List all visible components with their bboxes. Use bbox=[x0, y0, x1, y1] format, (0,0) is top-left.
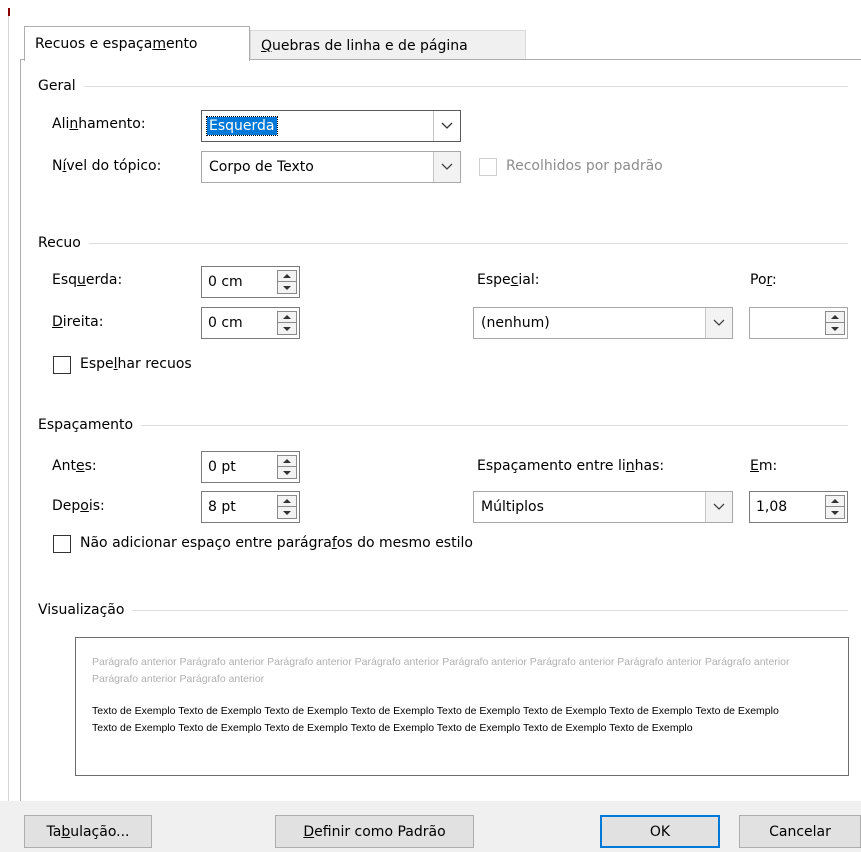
indent-left-spinner[interactable]: 0 cm bbox=[201, 266, 300, 298]
spin-up-icon[interactable] bbox=[826, 312, 844, 323]
special-indent-select[interactable]: (nenhum) bbox=[473, 307, 733, 339]
group-spacing-divider bbox=[141, 424, 848, 426]
chevron-down-icon[interactable] bbox=[705, 492, 732, 522]
outline-level-label: Nível do tópico: bbox=[52, 158, 162, 174]
spin-down-icon[interactable] bbox=[278, 467, 296, 478]
group-preview-divider bbox=[132, 609, 848, 611]
spacing-after-spinner[interactable]: 8 pt bbox=[201, 491, 300, 523]
spacing-after-label: Depois: bbox=[52, 498, 105, 514]
tab-indents-spacing-label: Recuos e espaçamento bbox=[35, 36, 198, 52]
spin-buttons[interactable] bbox=[277, 455, 297, 479]
spacing-before-spinner[interactable]: 0 pt bbox=[201, 451, 300, 483]
outline-level-value: Corpo de Texto bbox=[209, 159, 314, 175]
spin-buttons[interactable] bbox=[277, 311, 297, 335]
alignment-label: Alinhamento: bbox=[52, 116, 146, 132]
group-indent-title: Recuo bbox=[38, 235, 81, 251]
spin-buttons[interactable] bbox=[825, 495, 845, 519]
chevron-down-icon[interactable] bbox=[433, 152, 460, 182]
spin-down-icon[interactable] bbox=[278, 507, 296, 518]
indent-right-spinner[interactable]: 0 cm bbox=[201, 307, 300, 339]
preview-previous-paragraph: Parágrafo anterior Parágrafo anterior Pa… bbox=[92, 656, 790, 685]
preview-sample-paragraph: Texto de Exemplo Texto de Exemplo Texto … bbox=[92, 705, 779, 734]
spacing-after-value: 8 pt bbox=[208, 499, 236, 515]
chevron-down-icon[interactable] bbox=[705, 308, 732, 338]
spin-up-icon[interactable] bbox=[826, 496, 844, 507]
indent-right-label: Direita: bbox=[52, 314, 104, 330]
spacing-before-label: Antes: bbox=[52, 458, 97, 474]
group-indent-divider bbox=[88, 242, 848, 244]
spin-down-icon[interactable] bbox=[278, 323, 296, 334]
spin-down-icon[interactable] bbox=[826, 507, 844, 518]
group-general: Geral bbox=[38, 76, 848, 96]
no-space-same-style-checkbox[interactable] bbox=[53, 535, 71, 553]
spin-up-icon[interactable] bbox=[278, 271, 296, 282]
mirror-indents-label: Espelhar recuos bbox=[80, 356, 192, 372]
spin-buttons[interactable] bbox=[277, 270, 297, 294]
outline-level-select[interactable]: Corpo de Texto bbox=[201, 151, 461, 183]
collapsed-by-default-label: Recolhidos por padrão bbox=[506, 158, 663, 174]
spin-down-icon[interactable] bbox=[278, 282, 296, 293]
spin-down-icon[interactable] bbox=[826, 323, 844, 334]
group-general-divider bbox=[83, 85, 848, 87]
line-spacing-at-label: Em: bbox=[750, 458, 778, 474]
spin-up-icon[interactable] bbox=[278, 312, 296, 323]
group-preview: Visualização bbox=[38, 600, 848, 620]
tabs-button[interactable]: Tabulação... bbox=[24, 815, 152, 848]
paragraph-preview: Parágrafo anterior Parágrafo anterior Pa… bbox=[75, 637, 849, 776]
tab-indents-spacing[interactable]: Recuos e espaçamento bbox=[24, 26, 250, 61]
alignment-select[interactable]: Esquerda bbox=[201, 110, 461, 142]
spin-up-icon[interactable] bbox=[278, 456, 296, 467]
window-edge-marker bbox=[8, 8, 10, 16]
indent-by-label: Por: bbox=[750, 272, 777, 288]
tab-line-page-breaks[interactable]: Quebras de linha e de página bbox=[250, 30, 526, 60]
line-spacing-at-spinner[interactable]: 1,08 bbox=[749, 491, 848, 523]
group-spacing: Espaçamento bbox=[38, 415, 848, 435]
ok-button[interactable]: OK bbox=[600, 815, 720, 848]
ok-button-label: OK bbox=[649, 823, 671, 840]
indent-right-value: 0 cm bbox=[208, 315, 243, 331]
line-spacing-label: Espaçamento entre linhas: bbox=[477, 458, 665, 474]
alignment-value: Esquerda bbox=[206, 116, 278, 136]
group-general-title: Geral bbox=[38, 78, 76, 94]
chevron-down-icon[interactable] bbox=[433, 111, 460, 141]
collapsed-by-default-checkbox[interactable] bbox=[479, 158, 497, 176]
indent-left-value: 0 cm bbox=[208, 274, 243, 290]
group-spacing-title: Espaçamento bbox=[38, 417, 134, 433]
line-spacing-at-value: 1,08 bbox=[756, 499, 788, 515]
window-edge bbox=[8, 16, 9, 852]
spin-buttons[interactable] bbox=[277, 495, 297, 519]
set-as-default-button[interactable]: Definir como Padrão bbox=[275, 815, 474, 848]
tab-line-page-breaks-label: Quebras de linha e de página bbox=[261, 37, 468, 54]
group-indent: Recuo bbox=[38, 233, 848, 253]
indent-by-spinner[interactable] bbox=[749, 307, 848, 339]
tabs-button-label: Tabulação... bbox=[46, 823, 130, 840]
cancel-button[interactable]: Cancelar bbox=[739, 815, 861, 848]
spin-buttons[interactable] bbox=[825, 311, 845, 335]
spacing-before-value: 0 pt bbox=[208, 459, 236, 475]
cancel-button-label: Cancelar bbox=[769, 823, 831, 840]
special-indent-value: (nenhum) bbox=[481, 315, 550, 331]
spin-up-icon[interactable] bbox=[278, 496, 296, 507]
line-spacing-value: Múltiplos bbox=[481, 499, 544, 515]
mirror-indents-checkbox[interactable] bbox=[53, 356, 71, 374]
group-preview-title: Visualização bbox=[38, 602, 125, 618]
special-indent-label: Especial: bbox=[477, 272, 540, 288]
no-space-same-style-label: Não adicionar espaço entre parágrafos do… bbox=[80, 535, 473, 551]
indent-left-label: Esquerda: bbox=[52, 272, 123, 288]
line-spacing-select[interactable]: Múltiplos bbox=[473, 491, 733, 523]
set-as-default-button-label: Definir como Padrão bbox=[303, 823, 446, 840]
